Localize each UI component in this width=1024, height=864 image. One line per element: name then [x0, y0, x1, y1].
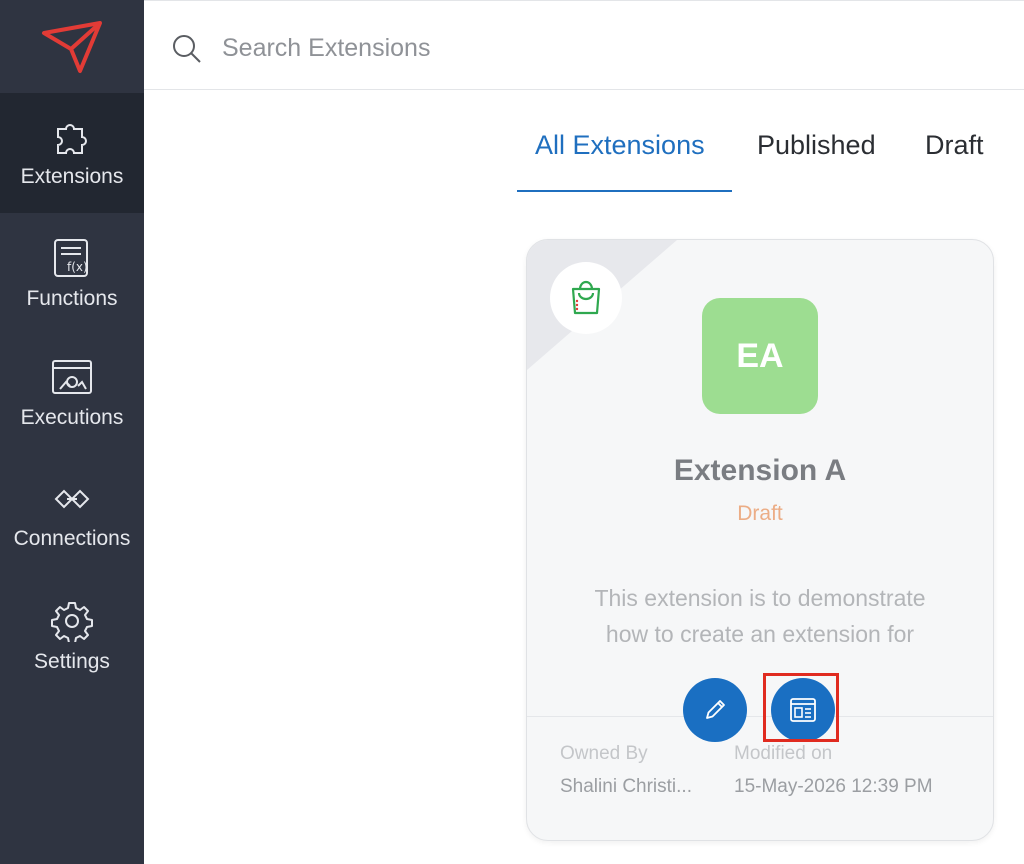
owned-by-label: Owned By: [560, 743, 648, 764]
function-icon: f(x): [54, 239, 88, 277]
extension-card[interactable]: EA Extension A Draft This extension is t…: [526, 239, 994, 841]
puzzle-icon: [57, 124, 87, 154]
owned-by-value: Shalini Christi...: [560, 776, 692, 797]
highlight-box: [763, 673, 839, 742]
extension-avatar: EA: [702, 298, 818, 414]
sidebar-item-label: Executions: [20, 406, 124, 429]
extension-name: Extension A: [673, 454, 847, 487]
modified-on-value: 15-May-2026 12:39 PM: [734, 776, 933, 797]
sidebar-item-label: Functions: [26, 287, 118, 310]
sidebar: Extensions f(x) Functions Executions Con…: [0, 0, 144, 864]
active-tab-indicator: [517, 190, 732, 192]
connections-icon: [54, 489, 90, 509]
sidebar-item-extensions[interactable]: Extensions: [0, 93, 144, 213]
paper-plane-logo-icon: [42, 20, 102, 73]
search-input[interactable]: [220, 27, 724, 69]
pencil-icon: [706, 700, 725, 719]
modified-on-label: Modified on: [734, 743, 833, 764]
description-line: This extension is to demonstrate: [594, 585, 926, 611]
search-icon: [173, 35, 201, 63]
sidebar-item-executions[interactable]: Executions: [0, 334, 144, 454]
tab-draft[interactable]: Draft: [925, 130, 984, 161]
shopping-bag-icon: [571, 280, 601, 315]
sidebar-item-label: Settings: [34, 650, 110, 673]
tab-all-extensions[interactable]: All Extensions: [535, 130, 705, 161]
sidebar-item-label: Extensions: [20, 165, 124, 188]
sidebar-item-settings[interactable]: Settings: [0, 576, 144, 696]
extension-description: This extension is to demonstrate how to …: [567, 580, 953, 652]
search-bar: [144, 0, 1024, 90]
edit-button[interactable]: [683, 678, 747, 742]
sidebar-item-connections[interactable]: Connections: [0, 455, 144, 575]
executions-icon: [52, 360, 92, 394]
sidebar-item-functions[interactable]: f(x) Functions: [0, 213, 144, 333]
marketplace-badge: [550, 262, 622, 334]
description-line: how to create an extension for: [605, 621, 915, 647]
tab-published[interactable]: Published: [757, 130, 876, 161]
svg-text:f(x): f(x): [67, 260, 88, 274]
card-divider: [527, 716, 993, 717]
app-logo[interactable]: [0, 0, 144, 93]
gear-icon: [51, 602, 93, 642]
sidebar-item-label: Connections: [13, 527, 131, 550]
status-badge: Draft: [737, 502, 783, 525]
